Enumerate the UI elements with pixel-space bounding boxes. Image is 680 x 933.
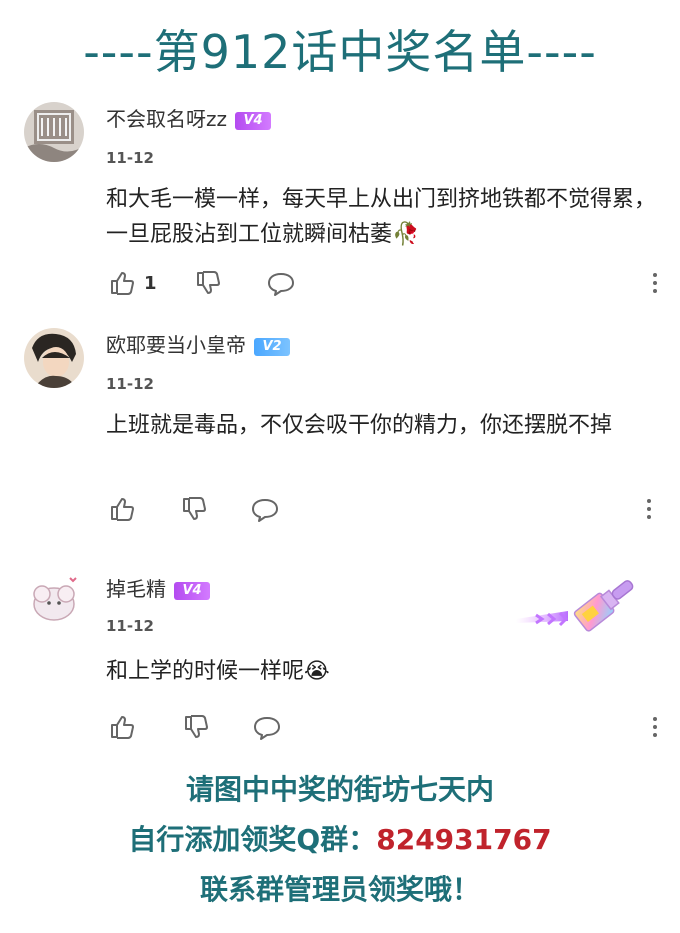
comment-actions: 1	[108, 268, 668, 298]
more-vertical-icon[interactable]	[646, 496, 652, 522]
comment-bubble-icon	[254, 717, 280, 740]
avatar[interactable]	[24, 102, 84, 162]
thumb-up-icon	[111, 272, 134, 295]
comment-actions	[108, 494, 668, 524]
paint-brush-icon	[516, 565, 636, 635]
username[interactable]: 掉毛精 V4	[106, 576, 210, 602]
level-badge: V4	[235, 111, 271, 130]
dislike-button[interactable]	[194, 268, 222, 298]
footer-qq-label: 自行添加领奖Q群：	[128, 823, 377, 856]
more-vertical-icon[interactable]	[652, 270, 658, 296]
username[interactable]: 欧耶要当小皇帝 V2	[106, 332, 290, 358]
footer-line-1: 请图中中奖的街坊七天内	[185, 773, 494, 806]
username-text: 欧耶要当小皇帝	[106, 333, 246, 357]
comment-item: 欧耶要当小皇帝 V2 11-12 上班就是毒品，不仅会吸干你的精力，你还摆脱不掉	[0, 320, 680, 530]
comment-date: 11-12	[106, 375, 154, 393]
comment-bubble-icon	[268, 273, 294, 296]
comment-actions	[108, 712, 668, 742]
like-button[interactable]: 1	[108, 268, 157, 298]
thumb-up-icon	[111, 716, 134, 739]
like-button[interactable]	[108, 494, 144, 524]
comment-text: 上班就是毒品，不仅会吸干你的精力，你还摆脱不掉	[106, 413, 613, 438]
reply-button[interactable]	[250, 494, 280, 524]
like-button[interactable]	[108, 712, 144, 742]
page-title: ----第912话中奖名单----	[83, 25, 597, 79]
username[interactable]: 不会取名呀zz V4	[106, 106, 271, 132]
username-text: 掉毛精	[106, 577, 166, 601]
username-text: 不会取名呀zz	[106, 107, 227, 131]
comment-text: 和上学的时候一样呢😭	[106, 659, 330, 684]
thumb-down-icon	[185, 715, 208, 738]
level-badge: V4	[174, 581, 210, 600]
avatar[interactable]	[24, 328, 84, 388]
comment-bubble-icon	[252, 499, 278, 522]
thumb-down-icon	[197, 271, 220, 294]
footer-line-3: 联系群管理员领奖哦！	[199, 873, 480, 906]
level-badge: V2	[254, 337, 290, 356]
comment-date: 11-12	[106, 149, 154, 167]
dislike-button[interactable]	[180, 494, 208, 524]
like-count: 1	[144, 272, 157, 294]
dislike-button[interactable]	[182, 712, 210, 742]
reply-button[interactable]	[266, 268, 296, 298]
more-vertical-icon[interactable]	[652, 714, 658, 740]
thumb-up-icon	[111, 498, 134, 521]
comment-date: 11-12	[106, 617, 154, 635]
comment-text: 和大毛一模一样，每天早上从出门到挤地铁都不觉得累，一旦屁股沾到工位就瞬间枯萎🥀	[106, 187, 657, 247]
thumb-down-icon	[183, 497, 206, 520]
reply-button[interactable]	[252, 712, 282, 742]
avatar[interactable]	[24, 568, 84, 628]
qq-group-number[interactable]: 824931767	[376, 823, 551, 856]
footer-line-2: 自行添加领奖Q群：824931767	[0, 820, 680, 860]
comment-item: 不会取名呀zz V4 11-12 和大毛一模一样，每天早上从出门到挤地铁都不觉得累…	[0, 96, 680, 306]
